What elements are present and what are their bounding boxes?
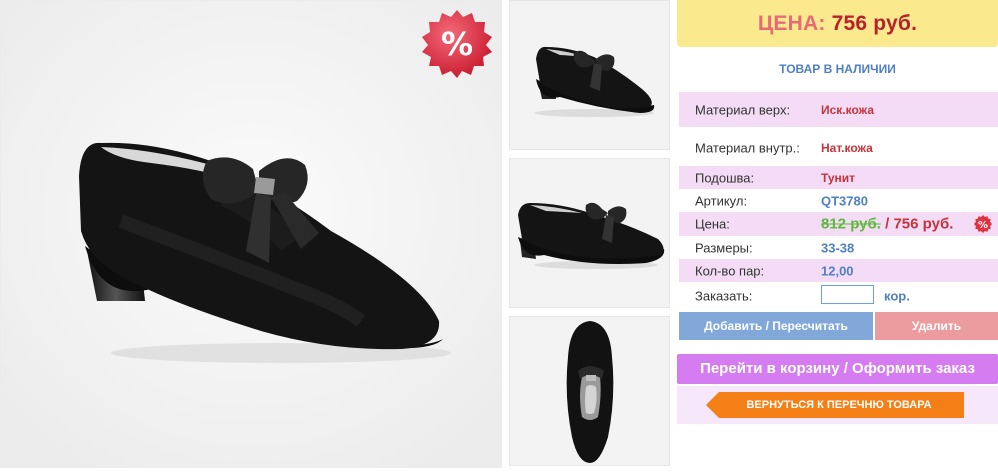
sale-percent-icon: % [422,10,492,78]
order-row: Заказать: кор. [679,284,998,307]
sale-symbol: % [441,25,473,63]
old-price: 812 руб. [821,215,881,233]
price-banner-value: 756 руб. [831,12,918,35]
shoe-thumbnail-side [534,46,655,117]
stock-status: ТОВАР В НАЛИЧИИ [779,62,896,76]
attr-row-price: Цена: 812 руб. / 756 руб. % [679,212,998,236]
attr-row-sole: Подошва: Тунит [679,166,998,189]
back-button-label: ВЕРНУТЬСЯ К ПЕРЕЧНЮ ТОВАРА [746,399,932,411]
attr-label: Материал верх: [695,102,791,117]
back-to-list-button[interactable]: ВЕРНУТЬСЯ К ПЕРЕЧНЮ ТОВАРА [706,392,964,418]
attr-row-material-inner: Материал внутр.: Нат.кожа [679,130,998,165]
delete-button[interactable]: Удалить [875,312,998,340]
quantity-input[interactable] [821,285,874,304]
quantity-unit: кор. [884,288,910,303]
sale-percent-icon: % [974,215,992,233]
attr-row-sizes: Размеры: 33-38 [679,236,998,259]
attr-label: Подошва: [695,170,755,185]
price-value-group: 812 руб. / 756 руб. [821,216,953,233]
attr-value: 33-38 [821,240,855,255]
attr-label: Артикул: [695,193,748,208]
shoe-thumbnail-angle [518,202,665,269]
attr-value: 12,00 [821,263,854,278]
shoe-thumbnail-top [566,321,614,463]
thumbnail-3[interactable] [509,316,670,466]
new-price: 756 руб. [893,215,954,233]
attr-label: Цена: [695,216,730,232]
order-label: Заказать: [695,288,753,303]
thumbnail-1[interactable] [509,0,670,150]
attr-value: QT3780 [821,193,868,208]
price-banner: ЦЕНА: 756 руб. [677,0,998,47]
go-to-cart-button[interactable]: Перейти в корзину / Оформить заказ [677,354,998,384]
attr-value: Тунит [821,170,856,185]
attr-row-material-top: Материал верх: Иск.кожа [679,92,998,127]
attr-row-article: Артикул: QT3780 [679,189,998,212]
attr-value: Нат.кожа [821,140,873,155]
attr-value: Иск.кожа [821,102,874,117]
attr-label: Размеры: [695,240,753,255]
mini-sale-symbol: % [978,220,988,231]
main-product-photo[interactable]: % [0,0,502,468]
thumbnail-2[interactable] [509,158,670,308]
attr-label: Материал внутр.: [695,140,800,155]
add-recalculate-button[interactable]: Добавить / Пересчитать [679,312,873,340]
price-separator: / [885,215,890,233]
attr-row-pairs: Кол-во пар: 12,00 [679,259,998,282]
attr-label: Кол-во пар: [695,263,765,278]
price-banner-label: ЦЕНА: [757,12,826,35]
